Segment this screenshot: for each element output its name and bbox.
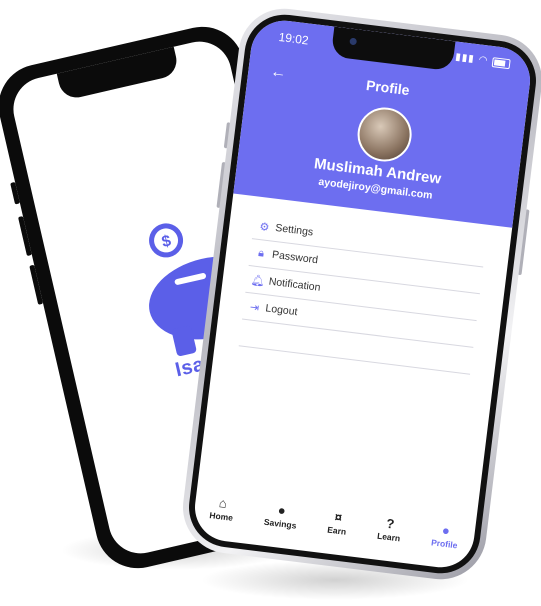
menu-item-label: Settings [274, 221, 314, 239]
tab-label: Earn [326, 524, 347, 537]
home-icon: ⌂ [218, 495, 228, 511]
bell-icon: 🔔︎ [250, 273, 266, 288]
menu-item-label: Password [271, 248, 319, 267]
lock-icon: 🔒︎ [257, 246, 265, 260]
signal-icon: ▮▮▮ [454, 51, 476, 65]
tab-earn[interactable]: ¤ Earn [326, 509, 349, 537]
tab-savings[interactable]: ● Savings [263, 501, 299, 531]
tab-learn[interactable]: ? Learn [377, 515, 403, 544]
tab-profile[interactable]: ● Profile [430, 521, 460, 551]
tab-home[interactable]: ⌂ Home [209, 494, 236, 523]
help-icon: ? [385, 515, 396, 532]
page-title: Profile [365, 76, 411, 99]
profile-menu: ⚙ Settings 🔒︎ Password 🔔︎ Notification ⇥… [238, 212, 487, 375]
tab-label: Savings [263, 516, 297, 531]
user-icon: ● [441, 522, 451, 539]
menu-item-label: Notification [268, 275, 322, 294]
logout-icon: ⇥ [249, 300, 260, 314]
status-time: 19:02 [277, 29, 310, 48]
piggy-bank-icon: ● [277, 502, 287, 519]
profile-header: 19:02 ▮▮▮ ◠ ← Profile Muslimah Andrew ay… [233, 16, 534, 228]
menu-item-label: Logout [264, 302, 299, 319]
battery-icon [491, 56, 511, 69]
status-icons: ▮▮▮ ◠ [455, 52, 511, 70]
wifi-icon: ◠ [477, 54, 489, 67]
avatar[interactable] [354, 104, 415, 165]
tab-label: Home [208, 510, 234, 523]
settings-icon: ⚙ [258, 220, 271, 234]
tab-label: Learn [376, 530, 401, 544]
money-icon: ¤ [333, 509, 343, 526]
camera-icon [348, 37, 357, 46]
tab-label: Profile [430, 537, 459, 551]
